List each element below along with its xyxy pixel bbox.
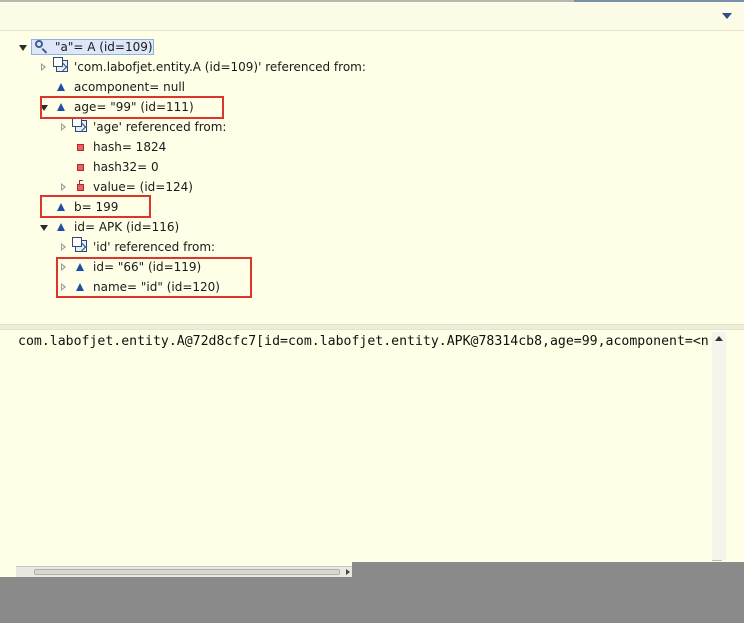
tree-row-label: hash= 1824 bbox=[93, 140, 167, 154]
expanded-arrow-icon[interactable] bbox=[19, 45, 27, 51]
tree-row-value[interactable]: value= (id=124) bbox=[0, 178, 744, 196]
annotation-box-age bbox=[40, 96, 224, 119]
reference-icon bbox=[72, 117, 87, 132]
tree-row-acomponent[interactable]: acomponent= null bbox=[0, 78, 744, 96]
red-square-array-icon bbox=[77, 180, 84, 191]
scrollbar-thumb[interactable] bbox=[34, 569, 340, 575]
annotation-box-b bbox=[40, 195, 151, 218]
tree-row-label: 'age' referenced from: bbox=[93, 120, 227, 134]
scroll-up-arrow-icon[interactable] bbox=[715, 336, 723, 341]
tree-row-label: acomponent= null bbox=[74, 80, 185, 94]
tree-row-hash[interactable]: hash= 1824 bbox=[0, 138, 744, 156]
window-border-accent bbox=[574, 0, 744, 2]
annotation-box-apk-fields bbox=[56, 257, 252, 298]
tree-row-label: id= APK (id=116) bbox=[74, 220, 180, 234]
tree-row-label: hash32= 0 bbox=[93, 160, 159, 174]
tree-row-id[interactable]: id= APK (id=116) bbox=[0, 218, 744, 236]
detail-pane-text[interactable]: com.labofjet.entity.A@72d8cfc7[id=com.la… bbox=[18, 334, 708, 354]
reference-icon bbox=[72, 237, 87, 252]
view-toolbar bbox=[0, 0, 744, 31]
collapsed-arrow-icon[interactable] bbox=[61, 183, 66, 191]
red-square-field-icon bbox=[77, 164, 84, 171]
tree-row-reference-age[interactable]: 'age' referenced from: bbox=[0, 117, 744, 136]
tree-row-root[interactable]: "a"= A (id=109) bbox=[0, 38, 744, 56]
field-icon bbox=[57, 83, 65, 91]
scroll-right-arrow-icon[interactable] bbox=[346, 569, 350, 575]
search-icon bbox=[35, 40, 48, 54]
expanded-arrow-icon[interactable] bbox=[40, 225, 48, 231]
red-square-field-icon bbox=[77, 144, 84, 151]
tree-row-hash32[interactable]: hash32= 0 bbox=[0, 158, 744, 176]
tree-row-reference-id[interactable]: 'id' referenced from: bbox=[0, 237, 744, 256]
collapsed-arrow-icon[interactable] bbox=[61, 243, 66, 251]
variables-tree[interactable]: "a"= A (id=109) 'com.labofjet.entity.A (… bbox=[0, 36, 744, 326]
tree-row-reference-a[interactable]: 'com.labofjet.entity.A (id=109)' referen… bbox=[0, 57, 744, 76]
chevron-down-icon[interactable] bbox=[722, 13, 732, 19]
field-icon bbox=[57, 223, 65, 231]
tree-row-label: 'id' referenced from: bbox=[93, 240, 216, 254]
vertical-scrollbar[interactable] bbox=[712, 332, 726, 560]
collapsed-arrow-icon[interactable] bbox=[41, 63, 46, 71]
tree-row-label: 'com.labofjet.entity.A (id=109)' referen… bbox=[74, 60, 366, 74]
collapsed-arrow-icon[interactable] bbox=[61, 123, 66, 131]
tree-row-label: "a"= A (id=109) bbox=[55, 40, 153, 54]
reference-icon bbox=[53, 57, 68, 72]
pane-splitter[interactable] bbox=[0, 324, 744, 330]
tree-row-label: value= (id=124) bbox=[93, 180, 193, 194]
occluded-area-bottom bbox=[0, 577, 744, 623]
